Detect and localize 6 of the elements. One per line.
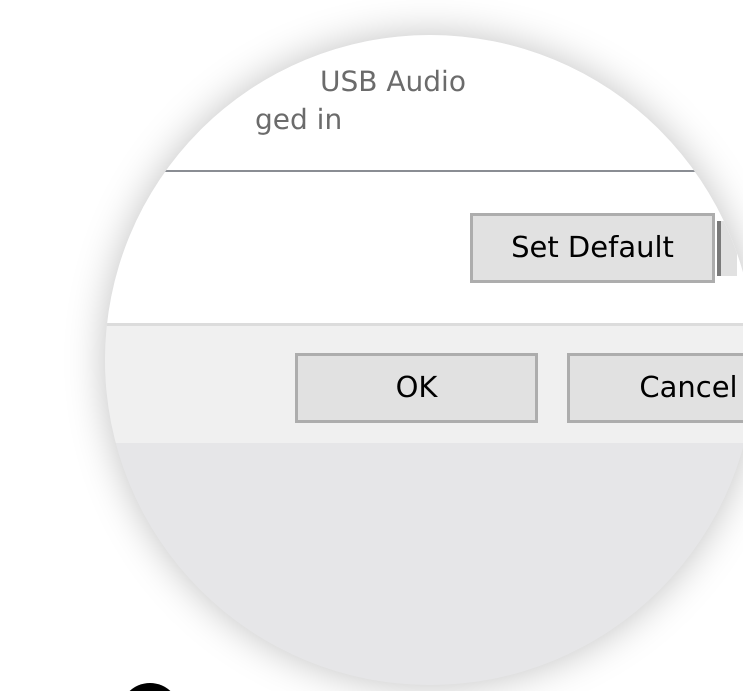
dialog-button[interactable]: Cancel: [567, 353, 743, 423]
dialog-button[interactable]: OK: [295, 353, 538, 423]
set-default-button[interactable]: Set Default: [470, 213, 715, 283]
status-text: USB Audio: [320, 64, 467, 100]
cropped-button[interactable]: [717, 221, 737, 276]
status-text: ged in: [255, 102, 344, 138]
